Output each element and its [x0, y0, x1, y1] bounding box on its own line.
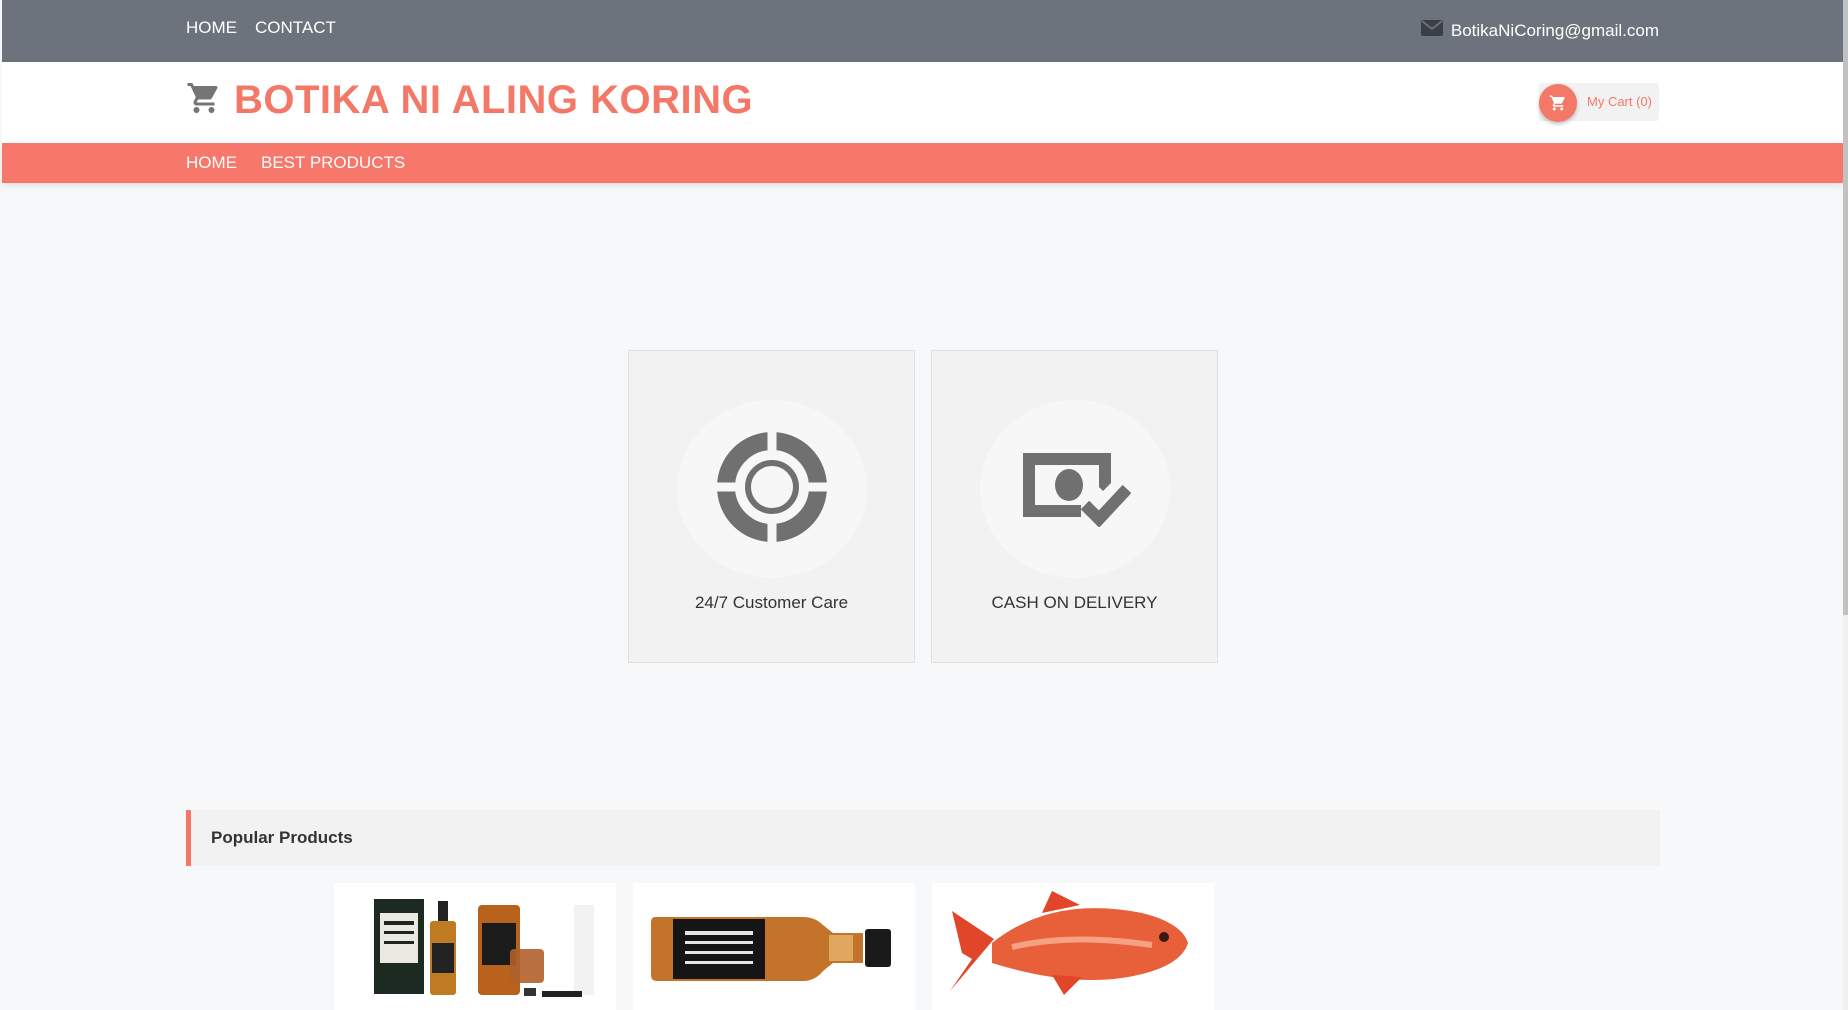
scrollbar-thumb[interactable] — [1843, 0, 1848, 615]
top-bar: HOME CONTACT BotikaNiCoring@gmail.com — [2, 0, 1843, 62]
email-text: BotikaNiCoring@gmail.com — [1450, 20, 1659, 40]
top-nav-contact-link[interactable]: CONTACT — [255, 18, 336, 38]
product-card[interactable] — [932, 883, 1214, 1010]
product-image-red-fish — [950, 891, 1188, 995]
main-nav: HOME BEST PRODUCTS — [2, 143, 1843, 183]
feature-customer-care: 24/7 Customer Care — [628, 350, 915, 663]
cash-check-icon — [1019, 447, 1132, 532]
lifebuoy-icon — [717, 431, 827, 547]
main-nav-best-products-link[interactable]: BEST PRODUCTS — [261, 153, 405, 173]
brand[interactable]: BOTIKA NI ALING KORING — [186, 78, 753, 123]
site-header: BOTIKA NI ALING KORING My Cart (0) — [2, 62, 1843, 143]
shopping-cart-icon — [186, 80, 222, 121]
feature-label: 24/7 Customer Care — [694, 593, 849, 612]
cart-icon — [1539, 84, 1577, 122]
product-card[interactable] — [334, 883, 616, 1010]
product-image-whiskey-set — [374, 899, 594, 997]
cart-label: My Cart (0) — [1587, 94, 1652, 109]
top-nav: HOME CONTACT — [186, 18, 336, 38]
my-cart-button[interactable]: My Cart (0) — [1539, 83, 1659, 122]
feature-icon-circle — [677, 400, 867, 578]
main-nav-home-link[interactable]: HOME — [186, 153, 237, 173]
site-title: BOTIKA NI ALING KORING — [234, 78, 754, 122]
feature-icon-circle — [980, 400, 1170, 578]
contact-email[interactable]: BotikaNiCoring@gmail.com — [1420, 20, 1659, 41]
feature-label: CASH ON DELIVERY — [991, 593, 1158, 612]
feature-cash-on-delivery: CASH ON DELIVERY — [931, 350, 1218, 663]
product-image-whiskey-bottle — [651, 917, 891, 981]
mail-icon — [1420, 20, 1443, 41]
page-scrollbar[interactable] — [1843, 0, 1848, 1010]
product-card[interactable] — [633, 883, 915, 1010]
top-nav-home-link[interactable]: HOME — [186, 18, 237, 38]
section-title: Popular Products — [211, 828, 353, 847]
popular-products-header: Popular Products — [186, 810, 1660, 866]
